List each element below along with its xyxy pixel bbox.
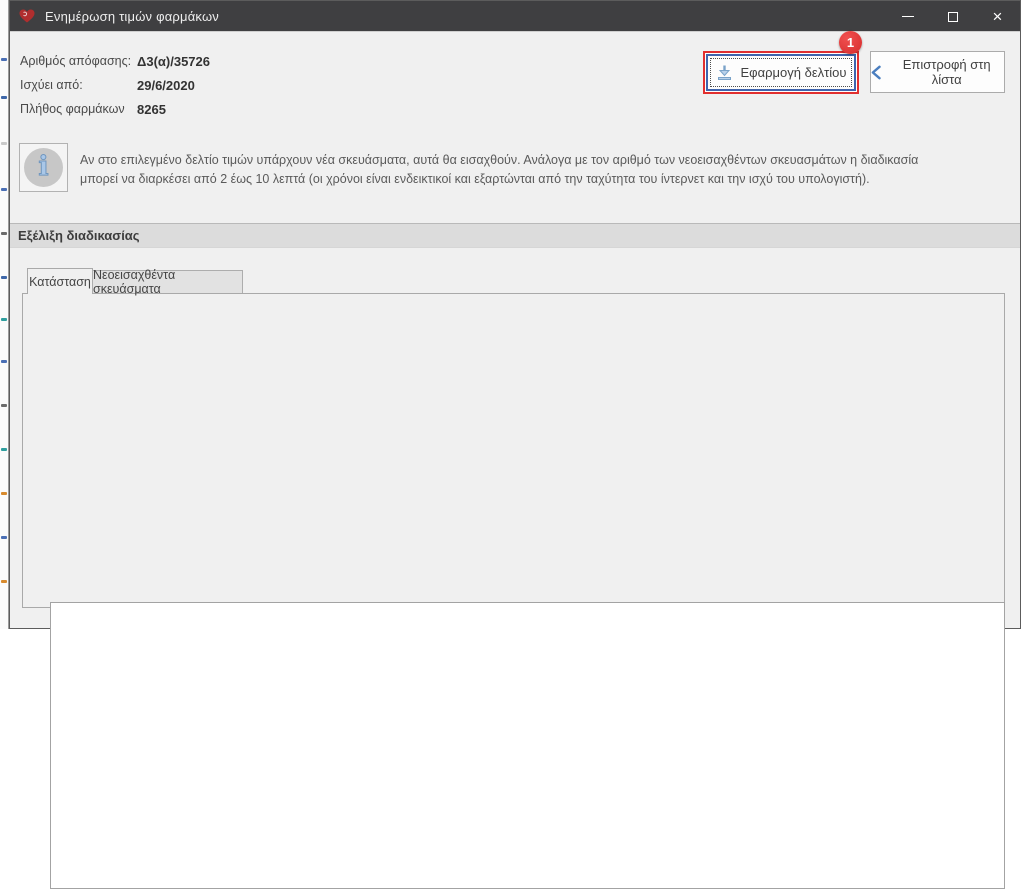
- download-icon: [716, 64, 733, 81]
- valid-from-value: 29/6/2020: [137, 78, 195, 93]
- window-title: Ενημέρωση τιμών φαρμάκων: [45, 9, 219, 24]
- update-drug-prices-window: Ενημέρωση τιμών φαρμάκων × Αριθμός απόφα…: [9, 0, 1021, 629]
- info-message-line1: Αν στο επιλεγμένο δελτίο τιμών υπάρχουν …: [80, 153, 918, 167]
- minimize-icon: [902, 16, 914, 17]
- valid-from-label: Ισχύει από:: [20, 78, 132, 92]
- tab-status[interactable]: Κατάσταση: [27, 268, 93, 294]
- drug-count-value: 8265: [137, 102, 166, 117]
- back-button-label: Επιστροφή στη λίστα: [889, 57, 1004, 87]
- status-output-area: [50, 602, 1005, 889]
- apply-bulletin-button[interactable]: Εφαρμογή δελτίου: [706, 54, 856, 91]
- progress-section-title: Εξέλιξη διαδικασίας: [18, 228, 140, 243]
- app-icon: [18, 8, 36, 24]
- annotation-badge: 1: [839, 31, 862, 54]
- decision-number-label: Αριθμός απόφασης:: [20, 54, 132, 68]
- drug-count-label: Πλήθος φαρμάκων: [20, 102, 132, 116]
- progress-tab-pane: [22, 293, 1005, 608]
- back-to-list-button[interactable]: Επιστροφή στη λίστα: [870, 51, 1005, 93]
- maximize-icon: [948, 12, 958, 22]
- decision-number-value: Δ3(α)/35726: [137, 54, 210, 69]
- maximize-button[interactable]: [930, 1, 975, 32]
- minimize-button[interactable]: [885, 1, 930, 32]
- info-icon: i: [24, 148, 63, 187]
- close-icon: ×: [993, 8, 1003, 25]
- apply-button-highlight: Εφαρμογή δελτίου: [703, 51, 859, 94]
- info-message-line2: μπορεί να διαρκέσει από 2 έως 10 λεπτά (…: [80, 172, 870, 186]
- tab-new-products[interactable]: Νεοεισαχθέντα σκευάσματα: [92, 270, 243, 293]
- close-button[interactable]: ×: [975, 1, 1020, 32]
- info-message: Αν στο επιλεγμένο δελτίο τιμών υπάρχουν …: [80, 151, 1005, 189]
- info-icon-box: i: [19, 143, 68, 192]
- info-icon-glyph: i: [38, 153, 48, 180]
- chevron-left-icon: [871, 65, 881, 80]
- apply-button-label: Εφαρμογή δελτίου: [741, 65, 847, 80]
- background-window-strip: [0, 0, 9, 629]
- progress-section-header: Εξέλιξη διαδικασίας: [10, 223, 1020, 248]
- title-bar: Ενημέρωση τιμών φαρμάκων ×: [10, 1, 1020, 32]
- window-controls: ×: [885, 1, 1020, 32]
